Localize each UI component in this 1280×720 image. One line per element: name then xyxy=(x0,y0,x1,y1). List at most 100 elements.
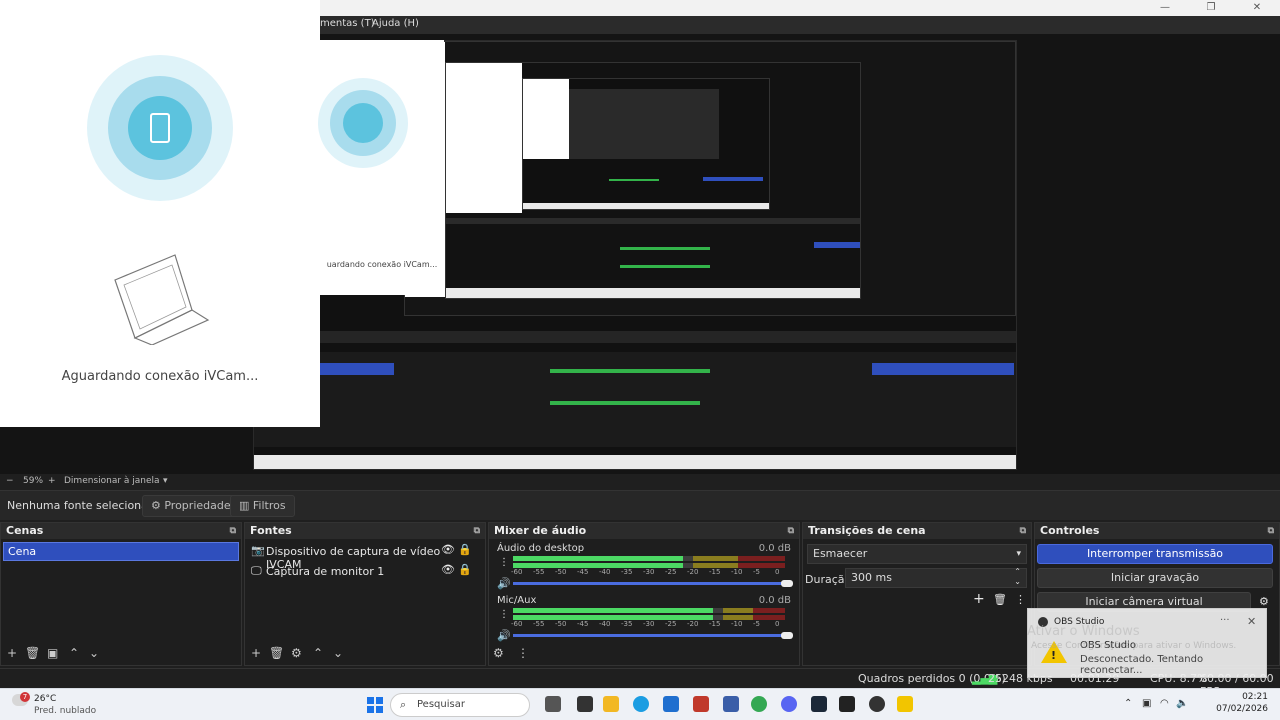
volume-slider[interactable] xyxy=(513,634,783,637)
transition-select[interactable]: Esmaecer ▾ xyxy=(807,544,1027,564)
steam-icon[interactable] xyxy=(811,696,827,712)
stop-stream-button[interactable]: Interromper transmissão xyxy=(1037,544,1273,564)
undock-icon[interactable]: ⧉ xyxy=(788,523,794,539)
start-button[interactable] xyxy=(367,697,383,713)
transition-menu-icon[interactable]: ⋮ xyxy=(1015,593,1026,606)
properties-label: Propriedades xyxy=(164,499,237,512)
discord-icon[interactable] xyxy=(781,696,797,712)
track-menu-icon[interactable]: ⋮ xyxy=(499,609,509,620)
wifi-icon[interactable]: ◠ xyxy=(1160,698,1169,709)
filters-button[interactable]: ▥ Filtros xyxy=(230,495,295,517)
toast-close-icon[interactable]: ✕ xyxy=(1247,615,1256,628)
clock[interactable]: 02:21 07/02/2026 xyxy=(1216,692,1268,714)
zoom-out-button[interactable]: − xyxy=(6,476,14,486)
task-view-icon[interactable] xyxy=(545,696,561,712)
app-icon-1[interactable] xyxy=(577,696,593,712)
start-recording-button[interactable]: Iniciar gravação xyxy=(1037,568,1273,588)
move-down-icon[interactable]: ⌄ xyxy=(333,646,343,660)
add-source-icon[interactable]: + xyxy=(251,646,261,660)
undock-icon[interactable]: ⧉ xyxy=(474,523,480,539)
app-icon-4[interactable] xyxy=(839,696,855,712)
source-toolbar: Nenhuma fonte selecionada ⚙ Propriedades… xyxy=(0,490,1280,520)
preview-area[interactable]: Aguardando conexão iVCam... uardando con… xyxy=(0,0,1280,474)
move-down-icon[interactable]: ⌄ xyxy=(89,646,99,660)
scenes-header: Cenas ⧉ xyxy=(1,523,241,539)
lock-icon[interactable]: 🔒 xyxy=(458,563,472,576)
weather-temp: 26°C xyxy=(34,694,57,704)
move-up-icon[interactable]: ⌃ xyxy=(69,646,79,660)
speaker-icon[interactable]: 🔊 xyxy=(497,577,511,590)
minimize-button[interactable]: — xyxy=(1142,0,1188,16)
sources-header: Fontes ⧉ xyxy=(245,523,485,539)
weather-condition: Pred. nublado xyxy=(34,706,97,716)
add-transition-icon[interactable]: + xyxy=(973,591,985,607)
remove-transition-icon[interactable]: 🗑 xyxy=(993,593,1007,606)
source-settings-icon[interactable]: ⚙ xyxy=(291,646,302,660)
menu-tools[interactable]: mentas (T) xyxy=(320,18,375,29)
mixer-dock: Mixer de áudio ⧉ Áudio do desktop 0.0 dB … xyxy=(488,522,800,666)
obs-taskbar-icon[interactable] xyxy=(869,696,885,712)
volume-slider-handle[interactable] xyxy=(781,632,793,639)
add-scene-icon[interactable]: + xyxy=(7,646,17,660)
edge-icon[interactable] xyxy=(633,696,649,712)
undock-icon[interactable]: ⧉ xyxy=(1268,523,1274,539)
scene-item[interactable]: Cena xyxy=(3,542,239,561)
nested-ivcam-2 xyxy=(446,63,522,213)
nested-ivcam-3 xyxy=(523,79,569,159)
no-source-label: Nenhuma fonte selecionada xyxy=(7,499,162,512)
app-icon-3[interactable] xyxy=(723,696,739,712)
source-item-monitor[interactable]: 🖵 Captura de monitor 1 👁 🔒 xyxy=(251,563,473,581)
virtual-camera-settings-icon[interactable]: ⚙ xyxy=(1259,595,1269,608)
zoom-in-button[interactable]: + xyxy=(48,476,56,486)
remove-source-icon[interactable]: 🗑 xyxy=(269,646,284,660)
visibility-eye-icon[interactable]: 👁 xyxy=(441,563,455,576)
nested-meter-3 xyxy=(609,179,659,181)
scene-filters-icon[interactable]: ▣ xyxy=(47,646,58,660)
speaker-icon[interactable]: 🔊 xyxy=(497,629,511,642)
warning-app-icon[interactable] xyxy=(897,696,913,712)
toast-more-icon[interactable]: ··· xyxy=(1220,615,1230,626)
volume-slider[interactable] xyxy=(513,582,783,585)
maximize-button[interactable]: ❐ xyxy=(1188,0,1234,16)
nested-preview-3 xyxy=(522,78,770,210)
visibility-eye-icon[interactable]: 👁 xyxy=(441,543,455,556)
fit-to-window[interactable]: Dimensionar à janela xyxy=(64,476,160,486)
undock-icon[interactable]: ⧉ xyxy=(1020,523,1026,539)
volume-slider-handle[interactable] xyxy=(781,580,793,587)
nested-toolbar-2 xyxy=(446,218,860,224)
zoom-level: 59% xyxy=(23,476,44,486)
undock-icon[interactable]: ⧉ xyxy=(230,523,236,539)
tray-overflow-icon[interactable]: ⌃ xyxy=(1124,698,1132,709)
mixer-menu-icon[interactable]: ⋮ xyxy=(517,646,529,660)
nested-taskbar-1 xyxy=(254,455,1016,469)
taskbar-search[interactable]: ⌕ Pesquisar xyxy=(390,693,530,717)
menu-help[interactable]: Ajuda (H) xyxy=(372,18,419,29)
close-button[interactable]: ✕ xyxy=(1234,0,1280,16)
lock-icon[interactable]: 🔒 xyxy=(458,543,472,556)
advanced-audio-icon[interactable]: ⚙ xyxy=(493,646,504,660)
ivcam-ring-inner-nested xyxy=(343,103,383,143)
track-db: 0.0 dB xyxy=(758,595,791,606)
source-item-ivcam[interactable]: 📷 Dispositivo de captura de vídeo - IVCA… xyxy=(251,543,473,571)
app-tray-icon[interactable]: ▣ xyxy=(1142,698,1151,709)
mixer-toolbar: ⚙ ⋮ xyxy=(489,643,799,665)
nested-stop-stream xyxy=(872,363,1014,375)
app-icon-2[interactable] xyxy=(693,696,709,712)
phone-icon xyxy=(150,113,170,143)
activation-watermark-sub: Acesse Configurações para ativar o Windo… xyxy=(1031,641,1237,651)
volume-icon[interactable]: 🔈 xyxy=(1176,698,1188,709)
mixer-track-desktop: Áudio do desktop 0.0 dB ⋮ -60 -55 -50 -45 -4… xyxy=(497,543,793,590)
ivcam-window: Aguardando conexão iVCam... xyxy=(0,0,320,427)
chrome-icon[interactable] xyxy=(751,696,767,712)
transitions-header: Transições de cena ⧉ xyxy=(803,523,1031,539)
ivcam-waiting-text: Aguardando conexão iVCam... xyxy=(61,369,259,384)
duration-spinbox[interactable]: 300 ms ⌃ ⌄ xyxy=(845,567,1027,588)
track-menu-icon[interactable]: ⋮ xyxy=(499,557,509,568)
move-up-icon[interactable]: ⌃ xyxy=(313,646,323,660)
store-icon[interactable] xyxy=(663,696,679,712)
file-explorer-icon[interactable] xyxy=(603,696,619,712)
zoom-dropdown-icon[interactable]: ▾ xyxy=(163,476,168,486)
spin-arrows-icon[interactable]: ⌃ ⌄ xyxy=(1014,567,1021,587)
track-name: Áudio do desktop xyxy=(497,543,585,554)
remove-scene-icon[interactable]: 🗑 xyxy=(25,646,40,660)
